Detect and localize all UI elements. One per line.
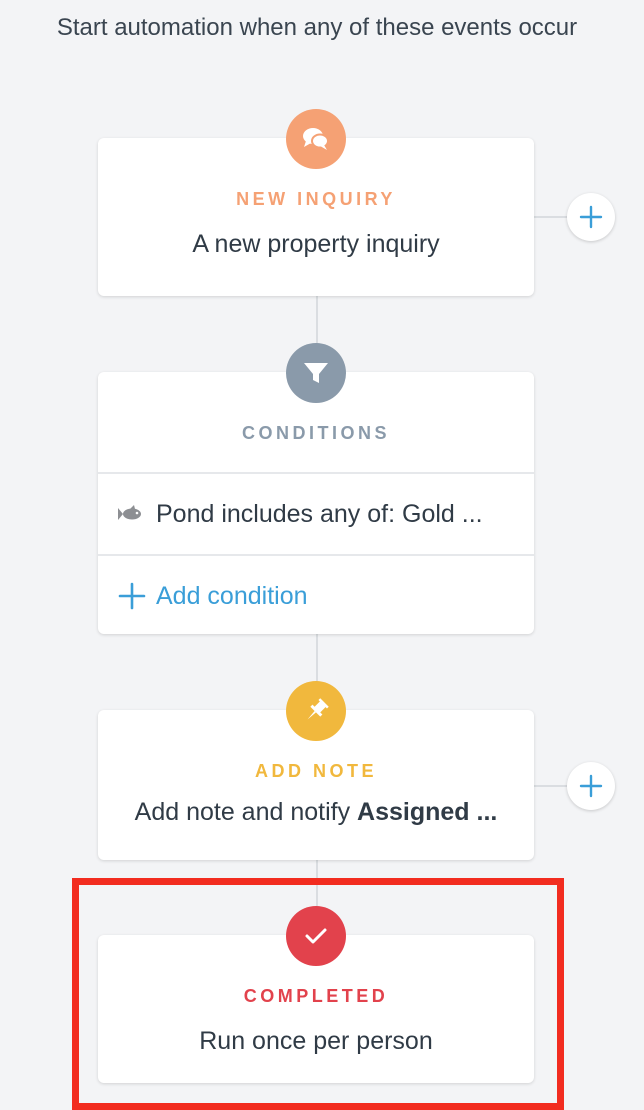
conditions-card[interactable]: CONDITIONS Pond includes any of: Gold ..… xyxy=(98,372,534,634)
assignee-name: Assigned ... xyxy=(357,798,498,826)
plus-icon xyxy=(579,774,603,798)
highlight-box xyxy=(72,878,564,1110)
branch-connector xyxy=(534,785,568,787)
trigger-description: A new property inquiry xyxy=(192,230,440,258)
plus-icon xyxy=(579,205,603,229)
add-branch-button[interactable] xyxy=(567,762,615,810)
plus-icon xyxy=(118,582,146,610)
condition-item[interactable]: Pond includes any of: Gold ... xyxy=(98,474,534,554)
fish-icon xyxy=(118,505,146,523)
add-branch-button[interactable] xyxy=(567,193,615,241)
page-title: Start automation when any of these event… xyxy=(56,14,578,41)
add-note-description-text: Add note and notify xyxy=(134,798,358,826)
add-note-description: Add note and notify Assigned ... xyxy=(98,798,534,827)
chat-bubbles-icon xyxy=(286,109,346,169)
branch-connector xyxy=(534,216,568,218)
pushpin-icon xyxy=(286,681,346,741)
add-condition-label: Add condition xyxy=(156,581,308,610)
filter-icon xyxy=(286,343,346,403)
add-condition-button[interactable]: Add condition xyxy=(98,556,534,636)
condition-text: Pond includes any of: Gold ... xyxy=(156,499,483,528)
